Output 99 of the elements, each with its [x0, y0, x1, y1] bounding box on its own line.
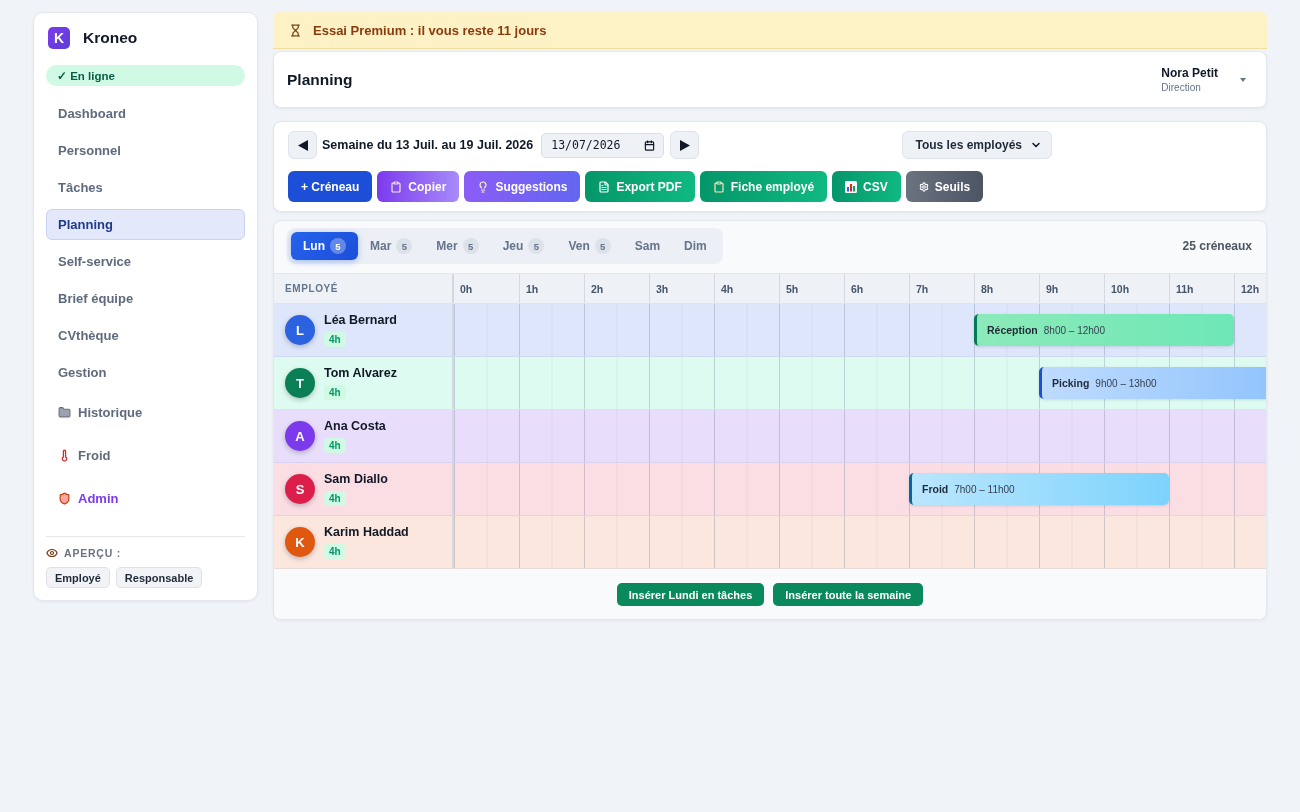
day-tab[interactable]: Dim: [672, 232, 719, 260]
hour-column-header: 0h: [459, 281, 474, 297]
employee-avatar: T: [285, 368, 315, 398]
online-status-pill: ✓ En ligne: [46, 65, 245, 86]
hours-badge: 4h: [324, 332, 346, 347]
hour-column-header: 2h: [584, 274, 649, 303]
employee-name: Karim Haddad: [324, 525, 409, 539]
preview-label: APERÇU :: [64, 547, 122, 559]
hour-column-header: 7h: [909, 274, 974, 303]
employee-avatar: A: [285, 421, 315, 451]
employee-name: Sam Diallo: [324, 472, 388, 486]
toolbar-action-button[interactable]: Copier: [377, 171, 460, 202]
day-tab[interactable]: Sam: [622, 232, 673, 260]
sidebar-nav-item[interactable]: Brief équipe: [46, 283, 245, 314]
shield-icon: [58, 492, 71, 505]
employee-name: Léa Bernard: [324, 313, 397, 327]
insert-tasks-button[interactable]: Insérer Lundi en tâches: [616, 583, 765, 606]
sidebar-nav-item[interactable]: Historique: [46, 394, 245, 431]
eye-icon: [46, 547, 58, 559]
toolbar-action-button[interactable]: CSV: [832, 171, 901, 202]
shift-name: Réception: [987, 324, 1038, 336]
toolbar-action-button[interactable]: Export PDF: [585, 171, 695, 202]
previous-week-button[interactable]: [288, 131, 317, 159]
count-badge: 5: [528, 238, 545, 254]
banner-text: Essai Premium : il vous reste 11 jours: [313, 22, 547, 38]
toolbar-action-button[interactable]: Fiche employé: [699, 171, 828, 202]
week-label: Semaine du 13 Juil. au 19 Juil. 2026: [322, 138, 534, 152]
folder-icon: [58, 406, 71, 419]
shift-time: 9h00 – 13h00: [1095, 377, 1157, 389]
sidebar-nav-item[interactable]: Planning: [46, 209, 245, 240]
sidebar-nav-item[interactable]: Gestion: [46, 357, 245, 388]
employee-avatar: K: [285, 527, 315, 557]
employee-name: Tom Alvarez: [324, 366, 397, 380]
bar-chart-icon: [845, 180, 858, 193]
count-badge: 5: [396, 238, 413, 254]
shift-bar[interactable]: Froid 7h00 – 11h00: [909, 473, 1169, 505]
hour-column-header: 4h: [714, 274, 779, 303]
shift-time: 8h00 – 12h00: [1043, 324, 1105, 336]
sidebar-nav-item[interactable]: Froid: [46, 437, 245, 474]
settings-icon: [918, 181, 929, 192]
sidebar-nav-item[interactable]: Dashboard: [46, 98, 245, 129]
triangle-right-icon: [679, 139, 690, 151]
hour-column-header: 12h: [1234, 274, 1266, 303]
date-field[interactable]: 13/07/2026: [541, 132, 665, 158]
sidebar-nav-item[interactable]: Admin: [46, 480, 245, 517]
hour-column-header: 10h: [1104, 274, 1169, 303]
shift-name: Picking: [1052, 377, 1090, 389]
hours-badge: 4h: [324, 491, 346, 506]
shift-bar[interactable]: Réception 8h00 – 12h00: [974, 314, 1234, 346]
page-title: Planning: [287, 70, 353, 89]
count-badge: 5: [462, 238, 479, 254]
brand-logo: K: [48, 27, 70, 49]
caret-icon[interactable]: [1240, 77, 1246, 82]
day-tab[interactable]: Lun 5: [291, 232, 358, 260]
hours-badge: 4h: [324, 385, 346, 400]
hour-column-header: 6h: [844, 274, 909, 303]
hours-badge: 4h: [324, 438, 346, 453]
day-tab[interactable]: Mer 5: [424, 232, 491, 260]
preview-role-button[interactable]: Employé: [46, 567, 110, 588]
employee-name: Ana Costa: [324, 419, 386, 433]
sidebar-nav-item[interactable]: Personnel: [46, 135, 245, 166]
sidebar-nav-item[interactable]: CVthèque: [46, 320, 245, 351]
clipboard-icon: [712, 180, 725, 193]
user-role: Direction: [1161, 82, 1202, 93]
lightbulb-icon: [477, 180, 490, 193]
employee-filter-select[interactable]: Tous les employés: [901, 131, 1052, 159]
hour-column-header: 11h: [1169, 274, 1234, 303]
toolbar-action-button[interactable]: Suggestions: [464, 171, 581, 202]
slot-total: 25 créneaux: [1182, 239, 1252, 253]
count-badge: 5: [594, 238, 611, 254]
employee-avatar: S: [285, 474, 315, 504]
count-badge: 5: [330, 238, 346, 254]
hourglass-icon: [289, 23, 302, 37]
hours-badge: 4h: [324, 544, 346, 559]
hour-column-header: 8h: [974, 274, 1039, 303]
insert-tasks-button[interactable]: Insérer toute la semaine: [773, 583, 924, 606]
user-name: Nora Petit: [1161, 66, 1218, 80]
clipboard-icon: [390, 180, 403, 193]
hour-column-header: 9h: [1039, 274, 1104, 303]
day-tab[interactable]: Ven 5: [556, 232, 623, 260]
employee-avatar: L: [285, 315, 315, 345]
shift-bar[interactable]: Picking 9h00 – 13h00: [1039, 367, 1266, 399]
hour-column-header: 3h: [649, 274, 714, 303]
toolbar-action-button[interactable]: Seuils: [905, 171, 984, 202]
preview-role-button[interactable]: Responsable: [115, 567, 203, 588]
day-tab[interactable]: Jeu 5: [490, 232, 557, 260]
document-icon: [598, 180, 611, 193]
triangle-left-icon: [297, 139, 308, 151]
brand-name: Kroneo: [83, 29, 138, 47]
calendar-icon: [644, 139, 656, 151]
sidebar-nav-item[interactable]: Tâches: [46, 172, 245, 203]
hour-column-header: 5h: [779, 274, 844, 303]
hour-column-header: 1h: [519, 274, 584, 303]
shift-time: 7h00 – 11h00: [954, 483, 1015, 495]
next-week-button[interactable]: [670, 131, 700, 159]
day-tab[interactable]: Mar 5: [358, 232, 425, 260]
toolbar-action-button[interactable]: + Créneau: [288, 171, 373, 202]
shift-name: Froid: [922, 483, 949, 495]
sidebar-nav-item[interactable]: Self-service: [46, 246, 245, 277]
